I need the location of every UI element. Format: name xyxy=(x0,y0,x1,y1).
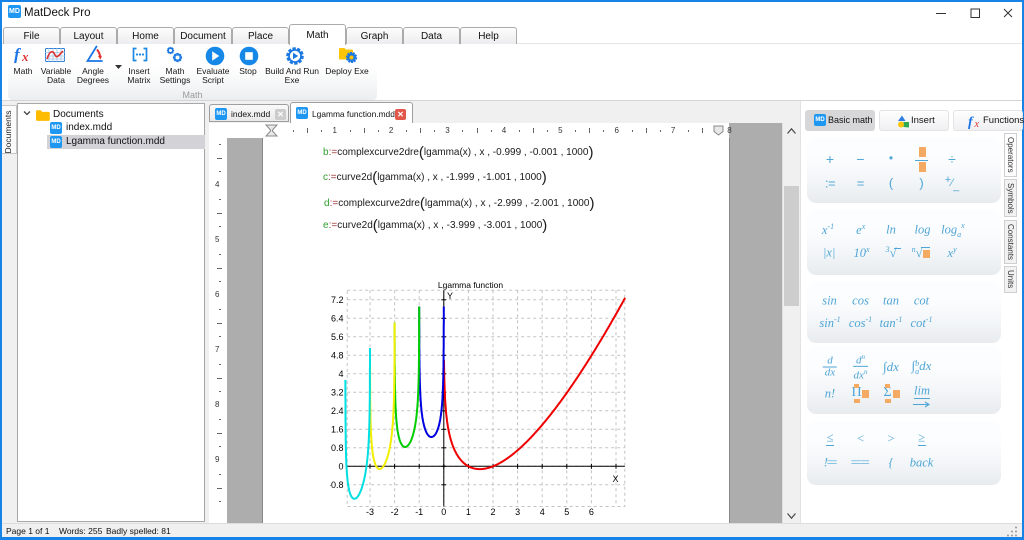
svg-text:0.8: 0.8 xyxy=(331,443,344,453)
svg-text:-1: -1 xyxy=(415,507,423,517)
svg-text:-3: -3 xyxy=(366,507,374,517)
svg-text:5: 5 xyxy=(564,507,569,517)
svg-text:x: x xyxy=(974,119,980,129)
svg-text:1: 1 xyxy=(466,507,471,517)
svg-text:f: f xyxy=(14,46,22,63)
svg-text:0: 0 xyxy=(441,507,446,517)
svg-text:5.6: 5.6 xyxy=(331,332,344,342)
svg-text:7.2: 7.2 xyxy=(331,295,344,305)
svg-text:4: 4 xyxy=(540,507,545,517)
svg-text:2: 2 xyxy=(490,507,495,517)
svg-text:6.4: 6.4 xyxy=(331,313,344,323)
svg-text:-2: -2 xyxy=(391,507,399,517)
svg-text:1.6: 1.6 xyxy=(331,424,344,434)
svg-text:4: 4 xyxy=(338,369,343,379)
svg-text:Lgamma function: Lgamma function xyxy=(438,280,503,290)
svg-text:3.2: 3.2 xyxy=(331,387,344,397)
svg-text:x: x xyxy=(21,49,29,63)
svg-text:Y: Y xyxy=(447,291,453,301)
svg-text:-0.8: -0.8 xyxy=(330,480,344,490)
svg-text:4.8: 4.8 xyxy=(331,350,344,360)
svg-text:X: X xyxy=(613,474,619,484)
svg-text:3: 3 xyxy=(515,507,520,517)
svg-text:2.4: 2.4 xyxy=(331,406,344,416)
svg-text:0: 0 xyxy=(338,461,343,471)
svg-text:f: f xyxy=(968,115,974,129)
svg-text:6: 6 xyxy=(589,507,594,517)
